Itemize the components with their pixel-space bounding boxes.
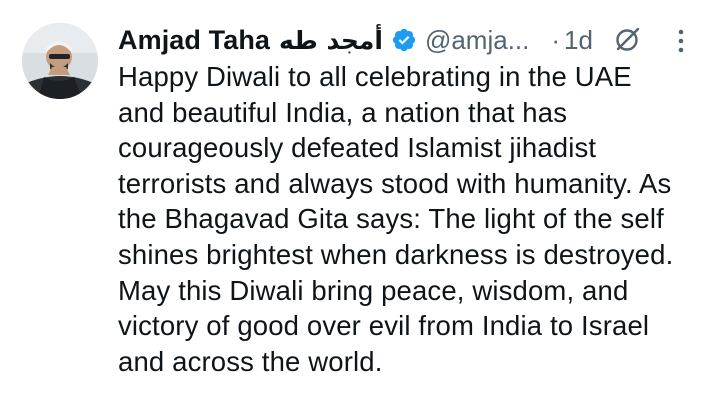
avatar[interactable] (22, 23, 98, 99)
display-name-arabic[interactable]: أمجد طه (279, 26, 383, 55)
tweet-text-line: May this Diwali bring peace, wisdom, and (118, 274, 629, 306)
timestamp[interactable]: 1d (564, 25, 593, 56)
tweet-text-line: courageously defeated Islamist jihadist (118, 132, 597, 164)
tweet-header: Amjad Taha أمجد طه @amja... · 1d (118, 22, 641, 58)
tweet-text-line: shines brightest when darkness is destro… (118, 238, 674, 270)
tweet-text-line: terrorists and always stood with humanit… (118, 167, 672, 199)
tweet-text-line: and across the world. (118, 345, 383, 377)
more-options-icon[interactable] (674, 28, 688, 54)
display-name[interactable]: Amjad Taha (118, 25, 270, 56)
tweet-text-line: victory of good over evil from India to … (118, 310, 650, 342)
tweet-text-line: the Bhagavad Gita says: The light of the… (118, 203, 664, 235)
grok-icon[interactable] (613, 26, 641, 54)
tweet-text-line: Happy Diwali to all celebrating in the U… (118, 61, 632, 92)
tweet-text: Happy Diwali to all celebrating in the U… (118, 59, 718, 379)
tweet[interactable]: Amjad Taha أمجد طه @amja... · 1d Happy D… (0, 0, 720, 407)
tweet-text-line: and beautiful India, a nation that has (118, 96, 568, 128)
handle[interactable]: @amja... (425, 25, 529, 56)
verified-badge-icon[interactable] (391, 27, 417, 53)
avatar-image (22, 23, 98, 99)
separator-dot: · (551, 24, 561, 55)
